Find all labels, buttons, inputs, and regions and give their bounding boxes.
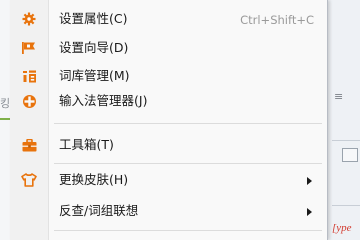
- menu-item-label: 输入法管理器(J): [59, 93, 148, 108]
- menu-separator: [54, 123, 322, 124]
- menu-item-label: 更换皮肤(H): [59, 172, 129, 187]
- menu-item-label: 设置向导(D): [59, 40, 129, 55]
- menu-item-dictionary-manager[interactable]: 词库管理(M): [10, 65, 328, 87]
- background-button: [342, 148, 358, 162]
- menu-item-setup-wizard[interactable]: 设置向导(D): [10, 37, 328, 59]
- submenu-arrow-icon: [307, 177, 312, 185]
- menu-item-reverse-lookup[interactable]: 反查/词组联想: [10, 200, 328, 222]
- background-divider: [332, 205, 360, 206]
- gear-icon: [21, 11, 37, 27]
- menu-item-label: 反查/词组联想: [59, 203, 139, 218]
- menu-item-label: 工具箱(T): [59, 137, 114, 152]
- background-text-fragment: 킹: [0, 97, 11, 110]
- background-green-stripe: [0, 118, 10, 120]
- menu-item-ime-manager[interactable]: 输入法管理器(J): [10, 90, 328, 112]
- menu-separator: [54, 230, 322, 231]
- menu-item-change-skin[interactable]: 更换皮肤(H): [10, 169, 328, 191]
- ime-manager-icon: [21, 93, 37, 109]
- menu-separator: [54, 163, 322, 164]
- dictionary-icon: [21, 68, 37, 84]
- shirt-icon: [21, 172, 37, 188]
- menu-item-shortcut: Ctrl+Shift+C: [240, 13, 314, 27]
- context-menu: 设置属性(C) Ctrl+Shift+C 设置向导(D) 词库管理(M) 输入法…: [10, 0, 328, 240]
- background-text-fragment: ≡: [334, 90, 344, 103]
- menu-item-settings[interactable]: 设置属性(C) Ctrl+Shift+C: [10, 8, 328, 30]
- menu-item-toolbox[interactable]: 工具箱(T): [10, 134, 328, 156]
- background-divider: [332, 140, 360, 141]
- background-text-fragment: [ype: [332, 222, 352, 234]
- menu-item-label: 词库管理(M): [59, 68, 130, 83]
- background-window-right: ≡ [ype: [328, 0, 360, 240]
- background-window-left: 킹: [0, 0, 10, 240]
- toolbox-icon: [21, 137, 37, 153]
- menu-item-label: 设置属性(C): [59, 11, 128, 26]
- flag-icon: [21, 40, 37, 56]
- submenu-arrow-icon: [307, 208, 312, 216]
